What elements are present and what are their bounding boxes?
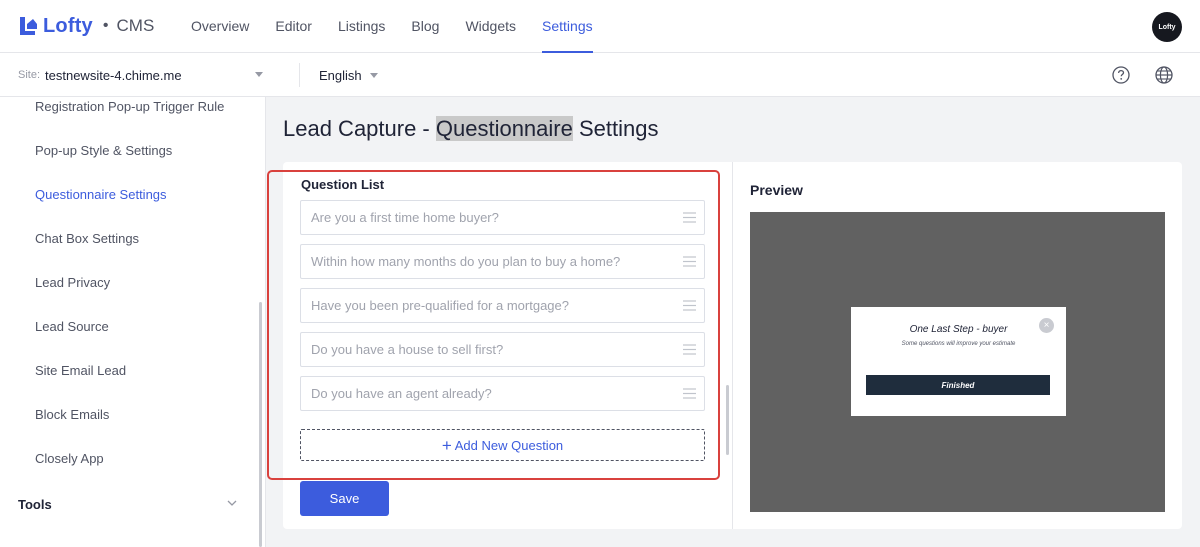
question-item[interactable]: Do you have an agent already? — [300, 376, 705, 411]
avatar[interactable]: Lofty — [1152, 12, 1182, 42]
divider — [732, 162, 733, 529]
divider — [299, 63, 300, 87]
site-value: testnewsite-4.chime.me — [45, 67, 182, 83]
page-title-prefix: Lead Capture - — [283, 116, 436, 141]
question-item[interactable]: Have you been pre-qualified for a mortga… — [300, 288, 705, 323]
question-text: Within how many months do you plan to bu… — [311, 254, 621, 269]
logo-separator: • — [102, 17, 109, 34]
sidebar-scrollbar[interactable] — [259, 302, 262, 547]
sidebar-item-site-email-lead[interactable]: Site Email Lead — [35, 363, 126, 378]
page-title: Lead Capture - Questionnaire Settings — [283, 116, 658, 142]
preview-title: Preview — [750, 182, 803, 198]
question-text: Are you a first time home buyer? — [311, 210, 499, 225]
save-button[interactable]: Save — [300, 481, 389, 516]
drag-handle-icon[interactable] — [683, 388, 696, 399]
language-selector[interactable]: English — [319, 53, 378, 97]
popup-finished-button: Finished — [866, 375, 1050, 395]
preview-popup: One Last Step - buyer Some questions wil… — [851, 307, 1066, 416]
question-item[interactable]: Within how many months do you plan to bu… — [300, 244, 705, 279]
sidebar-item-lead-source[interactable]: Lead Source — [35, 319, 109, 334]
sidebar-item-lead-privacy[interactable]: Lead Privacy — [35, 275, 110, 290]
help-icon[interactable] — [1112, 66, 1130, 84]
caret-down-icon — [369, 72, 378, 78]
close-icon: × — [1039, 318, 1054, 333]
drag-handle-icon[interactable] — [683, 212, 696, 223]
logo[interactable]: Lofty • CMS — [17, 13, 154, 39]
question-item[interactable]: Are you a first time home buyer? — [300, 200, 705, 235]
language-value: English — [319, 67, 362, 83]
question-list-scrollbar[interactable] — [726, 385, 729, 455]
sidebar-section-tools[interactable]: Tools — [18, 497, 52, 512]
question-text: Do you have a house to sell first? — [311, 342, 504, 357]
globe-icon[interactable] — [1155, 66, 1173, 84]
sidebar: Registration Pop-up Trigger Rule Pop-up … — [0, 97, 266, 547]
tab-overview[interactable]: Overview — [191, 0, 249, 53]
tab-listings[interactable]: Listings — [338, 0, 385, 53]
logo-text: Lofty — [43, 14, 93, 37]
tab-editor[interactable]: Editor — [275, 0, 312, 53]
lofty-logo-icon — [20, 17, 37, 35]
caret-down-icon[interactable] — [255, 72, 263, 77]
question-item[interactable]: Do you have a house to sell first? — [300, 332, 705, 367]
plus-icon: + — [441, 435, 452, 455]
popup-subtitle: Some questions will improve your estimat… — [901, 341, 1016, 347]
top-nav: Lofty • CMS Overview Editor Listings Blo… — [0, 0, 1200, 53]
question-text: Have you been pre-qualified for a mortga… — [311, 298, 569, 313]
product-name: CMS — [116, 16, 155, 35]
sidebar-item-closely-app[interactable]: Closely App — [35, 451, 104, 466]
add-new-question-label: Add New Question — [454, 437, 564, 453]
sidebar-item-popup-style-settings[interactable]: Pop-up Style & Settings — [35, 143, 172, 158]
add-new-question-button[interactable]: + Add New Question — [300, 429, 705, 461]
question-list-title: Question List — [301, 177, 385, 192]
tab-settings[interactable]: Settings — [542, 0, 593, 53]
drag-handle-icon[interactable] — [683, 344, 696, 355]
drag-handle-icon[interactable] — [683, 256, 696, 267]
nav-tabs: Overview Editor Listings Blog Widgets Se… — [191, 0, 619, 53]
sidebar-item-registration-popup-trigger-rule[interactable]: Registration Pop-up Trigger Rule — [35, 99, 224, 114]
tab-blog[interactable]: Blog — [411, 0, 439, 53]
question-text: Do you have an agent already? — [311, 386, 492, 401]
page-title-highlight: Questionnaire — [435, 116, 573, 141]
popup-title: One Last Step - buyer — [909, 324, 1008, 335]
drag-handle-icon[interactable] — [683, 300, 696, 311]
sidebar-item-block-emails[interactable]: Block Emails — [35, 407, 109, 422]
site-label: Site: — [18, 69, 41, 81]
site-selector[interactable]: Site: testnewsite-4.chime.me — [18, 53, 282, 97]
chevron-down-icon[interactable] — [227, 500, 237, 506]
page-title-suffix: Settings — [572, 116, 659, 141]
sidebar-item-questionnaire-settings[interactable]: Questionnaire Settings — [35, 187, 167, 202]
sidebar-item-chat-box-settings[interactable]: Chat Box Settings — [35, 231, 139, 246]
site-bar: Site: testnewsite-4.chime.me English — [0, 53, 1200, 97]
tab-widgets[interactable]: Widgets — [465, 0, 516, 53]
